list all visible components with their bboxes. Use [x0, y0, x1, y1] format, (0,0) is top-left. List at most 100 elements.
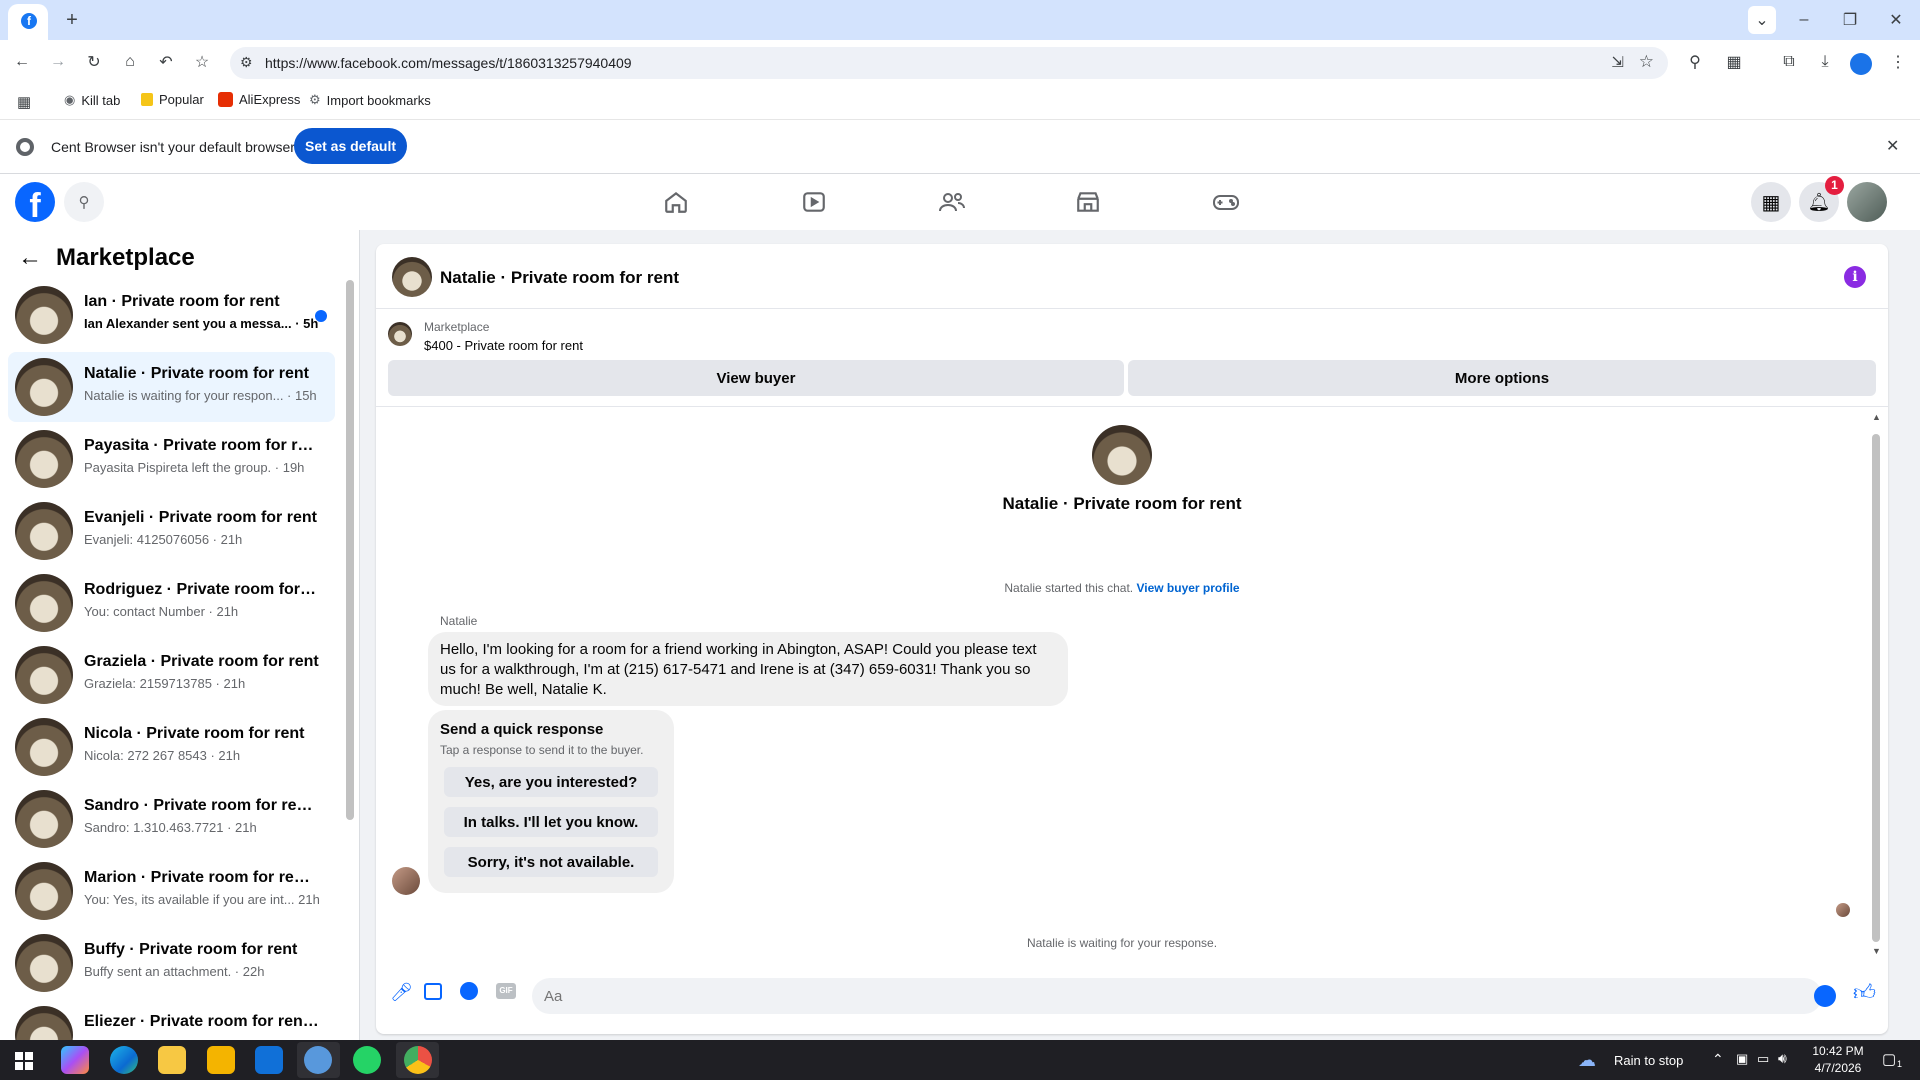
minimize-icon[interactable]: –: [1790, 6, 1818, 34]
restore-icon[interactable]: ❐: [1836, 6, 1864, 34]
address-bar[interactable]: ⚙ https://www.facebook.com/messages/t/18…: [230, 47, 1668, 79]
conversation-sidebar: ← Marketplace Ian · Private room for ren…: [0, 230, 360, 1040]
undo-close-icon[interactable]: ↶: [152, 48, 180, 76]
profile-icon[interactable]: [1850, 53, 1872, 75]
conversation-title: Ian · Private room for rent: [84, 293, 280, 310]
conversation-row[interactable]: Sandro · Private room for rent 1 ... Sand…: [8, 784, 335, 854]
conversation-row[interactable]: Rodriguez · Private room for r... You: co…: [8, 568, 335, 638]
grid-icon: ▦: [1761, 191, 1781, 214]
gif-icon[interactable]: GIF: [496, 983, 516, 999]
bookmark-kill-tab[interactable]: ◉ Kill tab: [64, 92, 120, 108]
file-explorer-icon[interactable]: [158, 1046, 186, 1074]
menu-grid-button[interactable]: ▦: [1751, 182, 1791, 222]
view-buyer-profile-link[interactable]: View buyer profile: [1136, 581, 1239, 595]
home-icon[interactable]: ⌂: [116, 48, 144, 76]
tray-overflow-icon[interactable]: ⌃: [1712, 1051, 1724, 1068]
incoming-message-bubble[interactable]: Hello, I'm looking for a room for a frie…: [428, 632, 1068, 706]
download-icon[interactable]: ⤓: [1811, 48, 1839, 76]
conversation-thumbnail: [15, 574, 73, 632]
forward-icon[interactable]: →: [44, 48, 72, 76]
weather-icon[interactable]: ☁: [1578, 1050, 1596, 1071]
like-thumb-icon[interactable]: 👍︎: [1853, 979, 1876, 1006]
conversation-row[interactable]: Ian · Private room for rent Ian Alexander…: [8, 280, 335, 350]
quick-response-title: Send a quick response: [440, 721, 604, 738]
sticker-icon[interactable]: [460, 982, 478, 1000]
crop-icon[interactable]: ⧉: [1775, 48, 1803, 76]
site-info-icon[interactable]: ⚙: [240, 54, 253, 71]
apps-grid-icon[interactable]: ▦: [17, 93, 31, 111]
new-tab-icon[interactable]: +: [58, 6, 86, 34]
bookmark-star-icon[interactable]: ☆: [188, 48, 216, 76]
conversation-title: Evanjeli · Private room for rent: [84, 509, 317, 526]
windows-taskbar: ☁ Rain to stop ⌃ ▣ ▭ 🔊︎ 10:42 PM 4/7/202…: [0, 1040, 1920, 1080]
quick-response-not-available[interactable]: Sorry, it's not available.: [444, 847, 658, 877]
tray-device-icon[interactable]: ▣: [1736, 1051, 1748, 1067]
menu-icon[interactable]: ⋮: [1884, 48, 1912, 76]
edge-icon[interactable]: [110, 1046, 138, 1074]
info-icon[interactable]: i: [1844, 266, 1866, 288]
back-icon[interactable]: ←: [8, 48, 36, 76]
conversation-title: Sandro · Private room for rent 1 ...: [84, 797, 319, 814]
set-default-button[interactable]: Set as default: [294, 128, 407, 164]
conversation-row[interactable]: Marion · Private room for rent 1 ... You:…: [8, 856, 335, 926]
conversation-row[interactable]: Payasita · Private room for rent ... Paya…: [8, 424, 335, 494]
chat-started-line: Natalie started this chat. View buyer pr…: [376, 581, 1868, 595]
conversation-row[interactable]: Graziela · Private room for rent Graziela…: [8, 640, 335, 710]
nav-home-icon[interactable]: [621, 176, 731, 228]
volume-icon[interactable]: 🔊︎: [1778, 1050, 1787, 1067]
install-app-icon[interactable]: ⇲: [1611, 53, 1624, 71]
tab-search-icon[interactable]: ⌄: [1748, 6, 1776, 34]
bookmark-import[interactable]: ⚙ Import bookmarks: [309, 92, 431, 108]
emoji-icon[interactable]: [1814, 985, 1836, 1007]
chat-window: Natalie · Private room for rent i Market…: [376, 244, 1888, 1034]
quick-response-in-talks[interactable]: In talks. I'll let you know.: [444, 807, 658, 837]
conversation-row[interactable]: Eliezer · Private room for rent 1 ...: [8, 1000, 335, 1040]
message-input[interactable]: [544, 984, 1744, 1008]
nav-gaming-icon[interactable]: [1171, 176, 1281, 228]
close-infobar-icon[interactable]: ✕: [1886, 136, 1899, 156]
quick-response-yes[interactable]: Yes, are you interested?: [444, 767, 658, 797]
bookmarks-bar: ▦ ◉ Kill tab Popular AliExpress ⚙ Import…: [0, 84, 1920, 120]
conversation-row[interactable]: Natalie · Private room for rent Natalie i…: [8, 352, 335, 422]
conversation-row[interactable]: Buffy · Private room for rent Buffy sent …: [8, 928, 335, 998]
more-options-button[interactable]: More options: [1128, 360, 1876, 396]
view-buyer-button[interactable]: View buyer: [388, 360, 1124, 396]
sidebar-scrollbar[interactable]: [345, 280, 355, 820]
microphone-icon[interactable]: 🎤︎: [390, 982, 413, 1003]
whatsapp-icon[interactable]: [353, 1046, 381, 1074]
network-icon[interactable]: ▭: [1757, 1051, 1769, 1067]
messages-scrollbar[interactable]: ▲ ▼: [1870, 412, 1882, 958]
facebook-search-button[interactable]: ⚲: [64, 182, 104, 222]
nav-video-icon[interactable]: [759, 176, 869, 228]
infobar-text: Cent Browser isn't your default browser: [51, 139, 295, 155]
listing-thumbnail[interactable]: [388, 322, 412, 346]
reload-icon[interactable]: ↻: [80, 48, 108, 76]
back-arrow-icon[interactable]: ←: [18, 244, 42, 272]
notification-center-icon[interactable]: ▢: [1882, 1050, 1896, 1068]
qr-code-icon[interactable]: ▦: [1720, 48, 1748, 76]
conversation-row[interactable]: Evanjeli · Private room for rent Evanjeli…: [8, 496, 335, 566]
message-composer[interactable]: [532, 978, 1836, 1014]
bookmark-aliexpress[interactable]: AliExpress: [218, 92, 300, 107]
copilot-icon[interactable]: [61, 1046, 89, 1074]
clock-time[interactable]: 10:42 PM: [1808, 1044, 1868, 1058]
nav-marketplace-icon[interactable]: [1033, 176, 1143, 228]
facebook-logo-icon[interactable]: f: [15, 182, 55, 222]
chat-header-avatar[interactable]: [392, 257, 432, 297]
photo-icon[interactable]: [424, 983, 442, 1000]
outlook-icon[interactable]: [255, 1046, 283, 1074]
microsoft-store-icon[interactable]: [207, 1046, 235, 1074]
search-icon[interactable]: ⚲: [1681, 48, 1709, 76]
chat-header-title[interactable]: Natalie · Private room for rent: [440, 268, 679, 288]
bookmark-page-icon[interactable]: ☆: [1639, 52, 1654, 72]
bookmark-popular[interactable]: Popular: [141, 92, 204, 107]
conversation-row[interactable]: Nicola · Private room for rent Nicola: 27…: [8, 712, 335, 782]
browser-tab-facebook[interactable]: f: [8, 4, 48, 40]
nav-friends-icon[interactable]: [897, 176, 1007, 228]
weather-text[interactable]: Rain to stop: [1614, 1053, 1683, 1068]
account-avatar[interactable]: [1847, 182, 1887, 222]
listing-title[interactable]: $400 - Private room for rent: [424, 338, 583, 353]
windows-start-icon[interactable]: [10, 1046, 38, 1074]
close-window-icon[interactable]: ✕: [1882, 6, 1910, 34]
clock-date[interactable]: 4/7/2026: [1808, 1061, 1868, 1075]
